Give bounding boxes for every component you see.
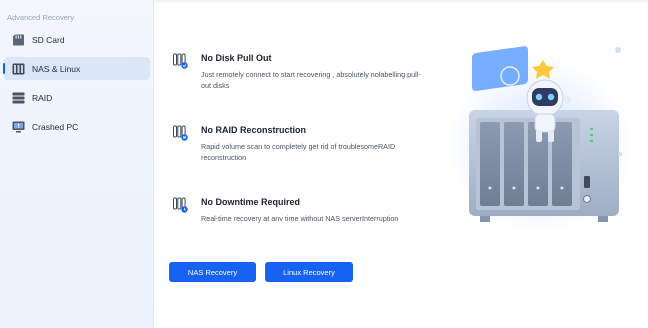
feature-description: Real-time recovery at anv time without N… [201, 214, 399, 223]
sd-card-icon [13, 34, 24, 45]
drives-x-icon [173, 125, 188, 141]
feature-no-raid-reconstruction: No RAID Reconstruction Rapid volume scan… [170, 125, 430, 165]
sidebar-item-label: NAS & Linux [32, 63, 81, 74]
feature-no-disk-pull-out: No Disk Pull Out Just remotely connect t… [170, 53, 430, 93]
top-edge-fade [154, 0, 648, 4]
feature-title: No RAID Reconstruction [201, 125, 307, 135]
feature-title: No Disk Pull Out [201, 53, 272, 63]
feature-title: No Downtime Required [201, 197, 301, 207]
feature-description: Rapid volume scan to completely get rid … [201, 142, 396, 162]
crashed-pc-icon [12, 121, 25, 132]
sidebar-item-crashed-pc[interactable]: Crashed PC [4, 115, 150, 138]
nas-icon [12, 63, 25, 74]
linux-recovery-button[interactable]: Linux Recovery [265, 262, 353, 282]
sidebar-item-sd-card[interactable]: SD Card [4, 28, 150, 51]
drives-check-icon [173, 53, 188, 69]
sidebar-item-label: SD Card [32, 34, 65, 45]
sidebar-section-label: Advanced Recovery [7, 13, 75, 22]
sidebar-item-raid[interactable]: RAID [4, 86, 150, 109]
raid-icon [12, 92, 25, 103]
drives-clock-icon [173, 197, 188, 213]
sidebar-item-nas-linux[interactable]: NAS & Linux [3, 57, 150, 80]
sidebar: Advanced Recovery SD Card NAS & Linux RA… [0, 0, 154, 328]
nas-recovery-button[interactable]: NAS Recovery [169, 262, 256, 282]
nas-server-illustration [445, 46, 635, 236]
sidebar-item-label: RAID [32, 92, 53, 103]
sidebar-item-label: Crashed PC [32, 121, 79, 132]
feature-description: Just remotely connect to start recoverin… [201, 70, 421, 90]
active-indicator [3, 63, 5, 74]
feature-no-downtime-required: No Downtime Required Real-time recovery … [170, 197, 430, 237]
floating-card [472, 46, 528, 91]
